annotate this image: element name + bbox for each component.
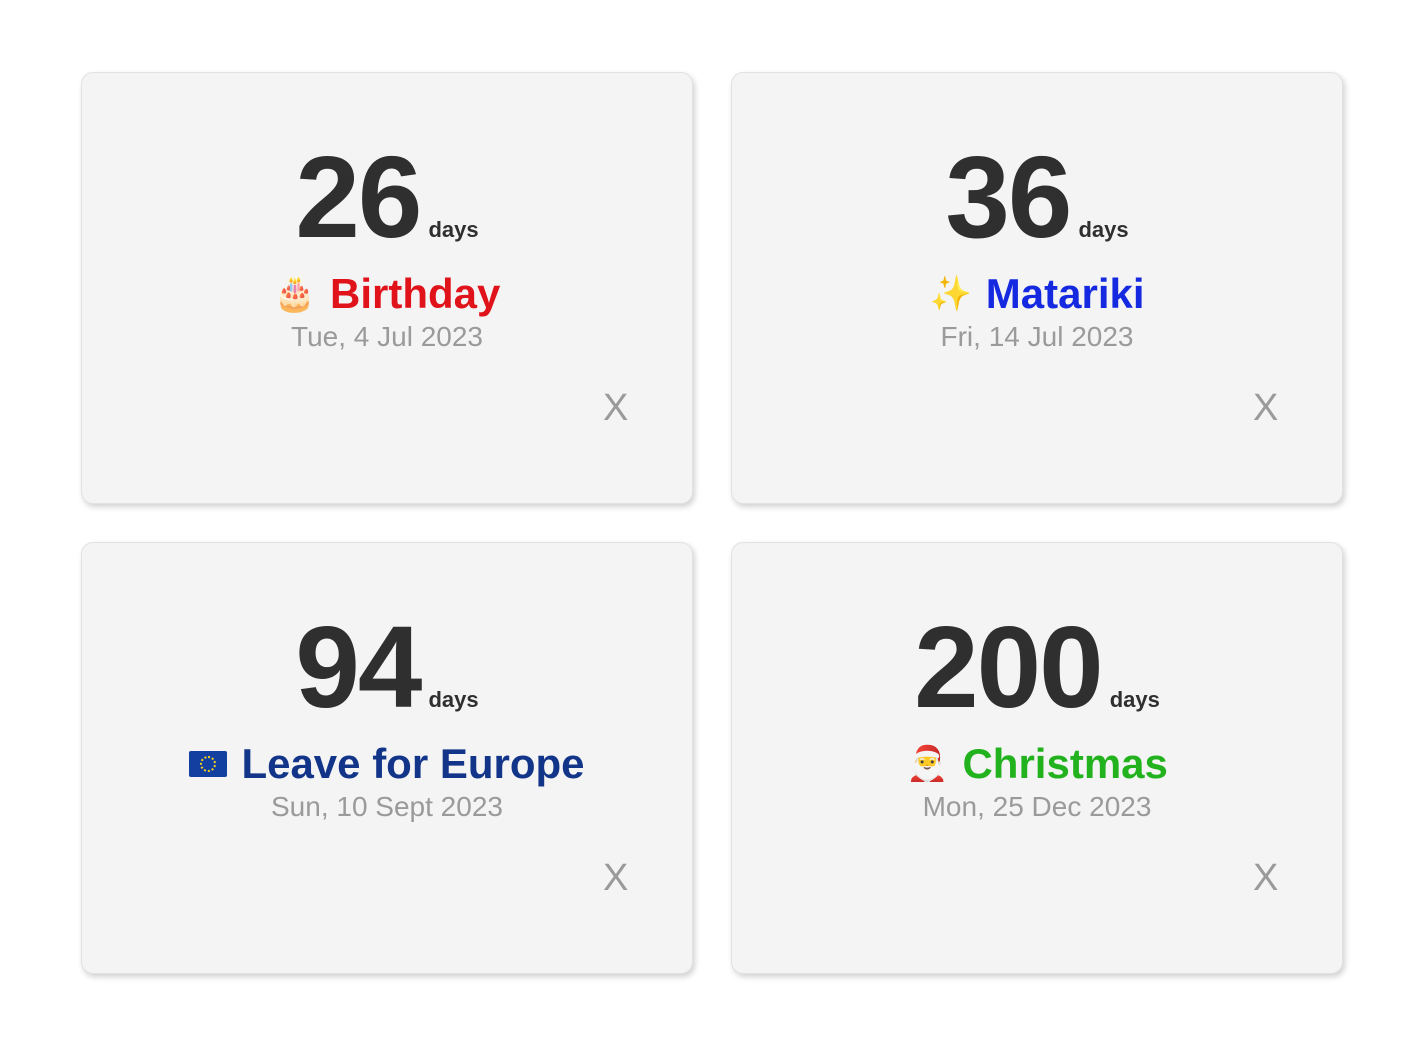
days-count: 26 [295, 132, 422, 262]
days-unit-label: days [1109, 687, 1160, 712]
birthday-cake-icon: 🎂 [273, 275, 316, 313]
countdown-card-christmas: 200 days 🎅 Christmas Mon, 25 Dec 2023 X [731, 542, 1343, 974]
remove-button[interactable]: X [603, 859, 628, 897]
count-row: 94 days [82, 609, 692, 725]
days-unit-label: days [1078, 217, 1129, 242]
days-count: 200 [914, 602, 1104, 732]
event-date: Tue, 4 Jul 2023 [291, 321, 483, 352]
count-row: 36 days [732, 139, 1342, 255]
event-date: Sun, 10 Sept 2023 [271, 791, 503, 822]
event-title: Leave for Europe [241, 740, 585, 787]
santa-icon: 🎅 [906, 745, 949, 783]
days-count: 94 [295, 602, 422, 732]
event-title-row: 🎂 Birthday [82, 269, 692, 319]
remove-button[interactable]: X [1253, 389, 1278, 427]
days-unit-label: days [428, 687, 479, 712]
event-title-row: ✨ Matariki [732, 269, 1342, 319]
countdown-card-leave-for-europe: 94 days Leave for Europe Sun, 10 Sept 20… [81, 542, 693, 974]
eu-flag-icon [189, 751, 228, 777]
days-count: 36 [945, 132, 1072, 262]
remove-button[interactable]: X [603, 389, 628, 427]
event-title: Birthday [329, 270, 501, 317]
days-unit-label: days [428, 217, 479, 242]
countdown-card-matariki: 36 days ✨ Matariki Fri, 14 Jul 2023 X [731, 72, 1343, 504]
countdown-card-birthday: 26 days 🎂 Birthday Tue, 4 Jul 2023 X [81, 72, 693, 504]
remove-button[interactable]: X [1253, 859, 1278, 897]
event-title-row: Leave for Europe [82, 739, 692, 789]
event-title: Matariki [985, 270, 1145, 317]
event-date: Mon, 25 Dec 2023 [922, 791, 1152, 822]
event-title: Christmas [962, 740, 1168, 787]
countdown-grid: 26 days 🎂 Birthday Tue, 4 Jul 2023 X 36 … [81, 72, 1343, 974]
event-date: Fri, 14 Jul 2023 [940, 321, 1134, 352]
count-row: 200 days [732, 609, 1342, 725]
count-row: 26 days [82, 139, 692, 255]
event-title-row: 🎅 Christmas [732, 739, 1342, 789]
sparkles-icon: ✨ [929, 275, 972, 313]
